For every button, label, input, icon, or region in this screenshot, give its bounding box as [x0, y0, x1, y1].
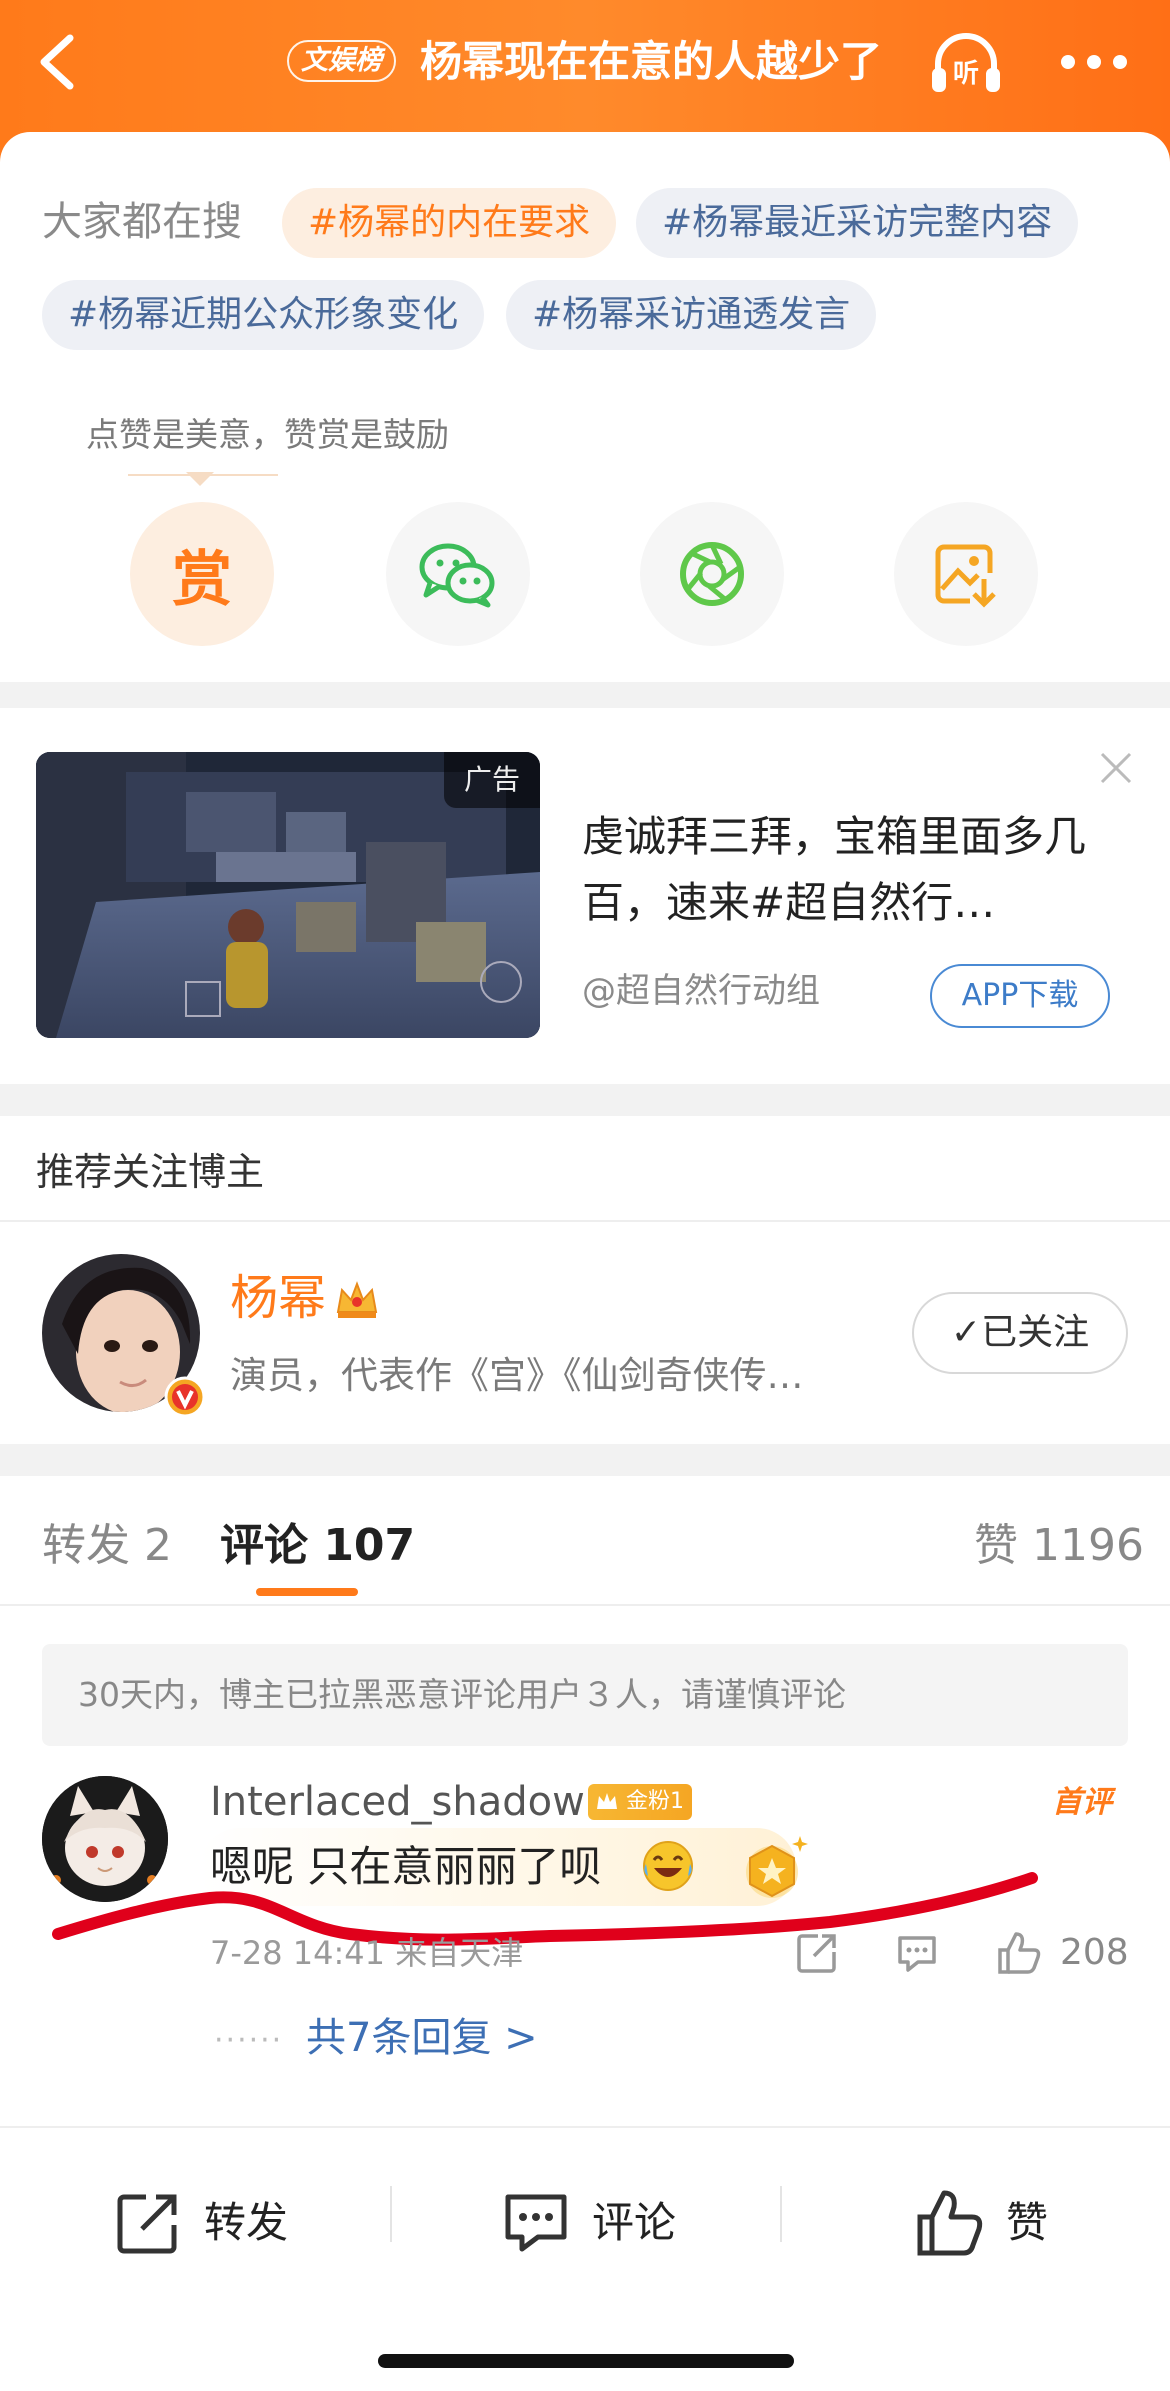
gold-fan-badge: 金粉1: [588, 1784, 692, 1820]
replies-dots: ······: [214, 2023, 284, 2058]
app-download-button[interactable]: APP下载: [930, 964, 1110, 1028]
share-comment-icon[interactable]: [794, 1930, 840, 1976]
moments-share-button[interactable]: [640, 502, 784, 646]
repost-icon: [117, 2194, 177, 2254]
reward-button[interactable]: 赏: [130, 502, 274, 646]
blogger-description: 演员，代表作《宫》《仙剑奇侠传…: [230, 1354, 804, 1397]
thumbs-up-icon: [917, 2190, 983, 2256]
hot-search-chip[interactable]: #杨幂最近采访完整内容: [636, 188, 1079, 258]
more-options-icon[interactable]: [1058, 52, 1130, 72]
home-indicator[interactable]: [378, 2354, 794, 2368]
close-icon[interactable]: [1096, 748, 1136, 788]
ranking-tag: 文娱榜: [287, 40, 396, 82]
tip-caret: [186, 472, 214, 486]
tab-reposts[interactable]: 转发 2: [42, 1514, 172, 1578]
repost-button[interactable]: 转发: [112, 2178, 288, 2268]
thumbs-up-icon[interactable]: [996, 1930, 1042, 1976]
blogger-name[interactable]: 杨幂: [230, 1266, 326, 1330]
reward-label: 赏: [172, 544, 232, 615]
wechat-icon: [419, 543, 495, 608]
comment-like-count: 208: [1060, 1932, 1129, 1973]
headphones-listen-icon[interactable]: 听: [928, 28, 1004, 98]
active-tab-indicator: [256, 1588, 358, 1596]
fan-crown-icon: [597, 1793, 617, 1809]
first-comment-tag: 首评: [1052, 1785, 1112, 1820]
moments-aperture-icon: [680, 542, 744, 606]
hot-search-chip[interactable]: #杨幂的内在要求: [282, 188, 617, 258]
followed-button[interactable]: ✓已关注: [912, 1292, 1128, 1374]
comment-notice: 30天内，博主已拉黑恶意评论用户３人，请谨慎评论: [42, 1644, 1128, 1746]
divider: [390, 2186, 392, 2242]
bottom-action-bar: 转发 评论 赞: [0, 2126, 1170, 2391]
comment-timestamp-location: 7-28 14:41 来自天津: [210, 1934, 524, 1972]
reply-comment-icon[interactable]: [894, 1930, 940, 1976]
ad-game-screenshot[interactable]: 广告: [36, 752, 540, 1038]
ad-source[interactable]: @超自然行动组: [582, 966, 820, 1016]
save-image-icon: [935, 544, 996, 608]
back-arrow-icon[interactable]: [30, 30, 90, 94]
hot-search-chip[interactable]: #杨幂采访通透发言: [506, 280, 877, 350]
reward-tip: 点赞是美意，赞赏是鼓励: [86, 415, 449, 454]
fan-badge-label: 金粉1: [626, 1789, 684, 1814]
view-replies-link[interactable]: 共7条回复 >: [306, 2006, 538, 2070]
wechat-share-button[interactable]: [386, 502, 530, 646]
tab-likes[interactable]: 赞 1196: [974, 1514, 1144, 1578]
divider: [780, 2186, 782, 2242]
commenter-name[interactable]: Interlaced_shadow: [210, 1774, 585, 1830]
crown-icon: [336, 1281, 378, 1318]
repost-label: 转发: [204, 2198, 289, 2247]
divider: [0, 1220, 1170, 1222]
ad-text[interactable]: 虔诚拜三拜，宝箱里面多几百，速来#超自然行…: [582, 804, 1122, 936]
divider: [0, 1604, 1170, 1606]
ad-card[interactable]: 广告 虔诚拜三拜，宝箱里面多几百，速来#超自然行… @超自然行动组 APP下载: [0, 708, 1170, 1084]
recommend-blogger-card: 推荐关注博主 杨幂 演员，代表作《宫》《仙剑奇侠传… ✓已关注: [0, 1116, 1170, 1444]
recommend-title: 推荐关注博主: [36, 1150, 265, 1194]
hot-search-card: 大家都在搜 #杨幂的内在要求 #杨幂最近采访完整内容 #杨幂近期公众形象变化 #…: [0, 132, 1170, 682]
comments-section: 转发 2 评论 107 赞 1196 30天内，博主已拉黑恶意评论用户３人，请谨…: [0, 1476, 1170, 2126]
like-label: 赞: [1006, 2198, 1049, 2247]
page-title: 杨幂现在在意的人越少了: [420, 37, 883, 86]
save-image-button[interactable]: [894, 502, 1038, 646]
listen-label: 听: [953, 59, 979, 89]
comment-button[interactable]: 评论: [500, 2178, 676, 2268]
hot-search-label: 大家都在搜: [42, 199, 242, 245]
comment-label: 评论: [592, 2198, 677, 2247]
verified-v-icon: [164, 1376, 206, 1418]
comment-icon: [505, 2194, 567, 2252]
tab-comments[interactable]: 评论 107: [220, 1514, 415, 1578]
like-button[interactable]: 赞: [914, 2178, 1048, 2268]
hot-search-chip[interactable]: #杨幂近期公众形象变化: [42, 280, 485, 350]
ad-badge: 广告: [444, 752, 540, 808]
